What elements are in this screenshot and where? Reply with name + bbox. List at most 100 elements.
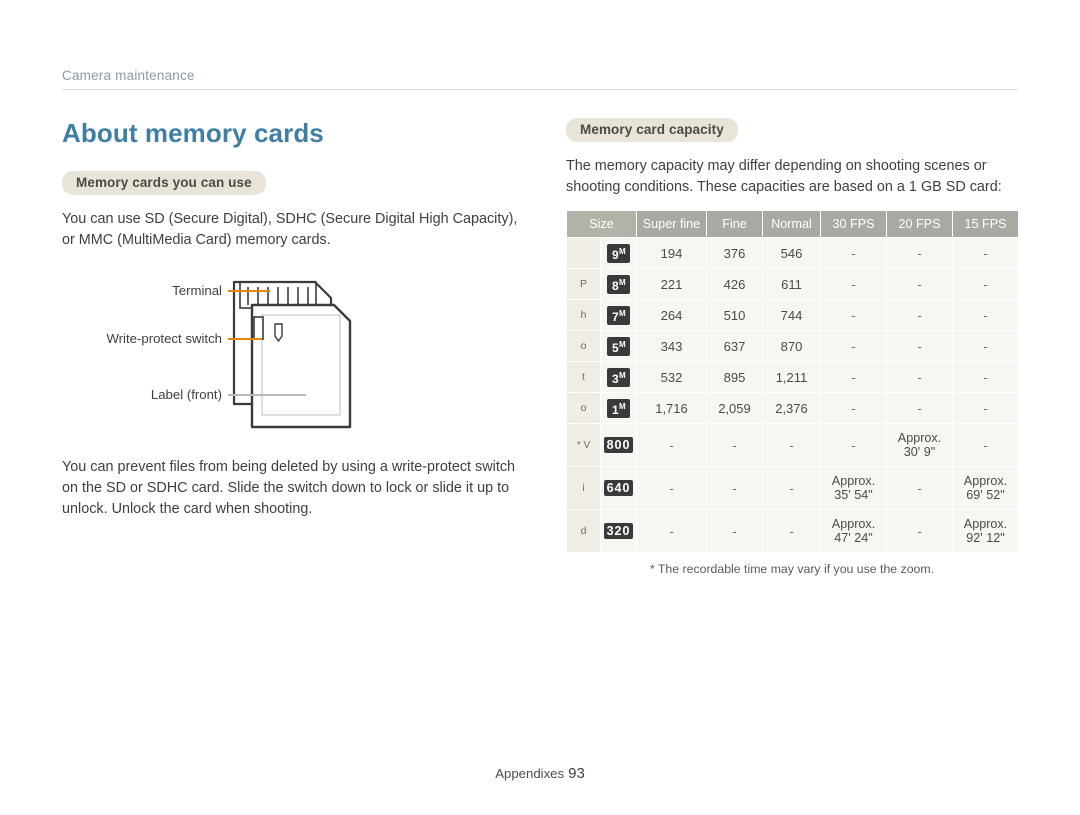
col-head-20fps: 20 FPS: [886, 210, 953, 238]
paragraph-write-protect: You can prevent files from being deleted…: [62, 459, 516, 517]
figure-label-write-protect: Write-protect switch: [106, 331, 222, 346]
col-head-15fps: 15 FPS: [952, 210, 1019, 238]
cell-value: Approx. 92' 12": [952, 509, 1019, 553]
cell-size: 8M: [600, 268, 637, 300]
paragraph-capacity-intro: The memory capacity may differ depending…: [566, 158, 1002, 195]
col-head-fine: Fine: [706, 210, 763, 238]
cell-value: 194: [636, 237, 707, 269]
cell-value: 221: [636, 268, 707, 300]
table-row: t 3M 532 895 1,211- - -: [566, 361, 1019, 393]
group-label-photos: t: [566, 361, 601, 393]
col-head-size: Size: [566, 210, 637, 238]
cell-value: -: [820, 392, 887, 424]
group-label-videos: d: [566, 509, 601, 553]
col-head-normal: Normal: [762, 210, 821, 238]
header-divider: [62, 89, 1018, 90]
cell-value: -: [636, 509, 707, 553]
group-label-photos: [566, 237, 601, 269]
sd-card-figure: Terminal Write-protect switch Label (fro…: [62, 269, 522, 441]
cell-value: -: [952, 423, 1019, 467]
right-column: Memory card capacity The memory capacity…: [566, 118, 1019, 576]
table-footnote: * The recordable time may vary if you us…: [649, 562, 935, 576]
cell-value: -: [886, 392, 953, 424]
cell-value: 2,376: [762, 392, 821, 424]
cell-value: -: [886, 466, 953, 510]
table-row: P 8M 221 426 611- - -: [566, 268, 1019, 300]
cell-value: -: [820, 237, 887, 269]
cell-value: Approx. 69' 52": [952, 466, 1019, 510]
cell-value: -: [820, 268, 887, 300]
resolution-badge: 320: [603, 523, 634, 539]
cell-value: -: [636, 423, 707, 467]
table-row: h 7M 264 510 744- - -: [566, 299, 1019, 331]
resolution-badge: 9M: [607, 243, 630, 263]
cell-value: -: [886, 268, 953, 300]
page-footer: Appendixes 93: [0, 765, 1080, 782]
col-head-super-fine: Super fine: [636, 210, 707, 238]
cell-value: Approx. 30' 9": [886, 423, 953, 467]
cell-value: 2,059: [706, 392, 763, 424]
cell-value: -: [952, 392, 1019, 424]
cell-value: -: [952, 299, 1019, 331]
cell-value: -: [820, 423, 887, 467]
cell-size: 7M: [600, 299, 637, 331]
resolution-badge: 5M: [607, 336, 630, 356]
cell-value: -: [952, 237, 1019, 269]
cell-value: -: [706, 423, 763, 467]
cell-value: 426: [706, 268, 763, 300]
cell-value: 510: [706, 299, 763, 331]
cell-value: 376: [706, 237, 763, 269]
cell-value: 264: [636, 299, 707, 331]
table-row: 9M 194 376 546- - -: [566, 237, 1019, 269]
cell-value: 895: [706, 361, 763, 393]
page-number: 93: [568, 765, 585, 782]
resolution-badge: 3M: [607, 367, 630, 387]
cell-size: 1M: [600, 392, 637, 424]
cell-value: -: [886, 237, 953, 269]
figure-label-terminal: Terminal: [172, 283, 222, 298]
cell-value: -: [820, 330, 887, 362]
group-label-videos: * V: [566, 423, 601, 467]
paragraph-card-types: You can use SD (Secure Digital), SDHC (S…: [62, 211, 518, 248]
cell-size: 5M: [600, 330, 637, 362]
cell-size: 320: [600, 509, 637, 553]
cell-size: 640: [600, 466, 637, 510]
table-header-row: Size Super fine Fine Normal 30 FPS 20 FP…: [566, 210, 1019, 238]
cell-value: -: [706, 509, 763, 553]
cell-value: Approx. 35' 54": [820, 466, 887, 510]
cell-value: 1,211: [762, 361, 821, 393]
cell-size: 9M: [600, 237, 637, 269]
group-label-photos: o: [566, 392, 601, 424]
cell-value: -: [820, 361, 887, 393]
group-label-videos: i: [566, 466, 601, 510]
cell-value: -: [820, 299, 887, 331]
cell-value: 637: [706, 330, 763, 362]
page-running-header: Camera maintenance: [62, 68, 1018, 90]
cell-value: Approx. 47' 24": [820, 509, 887, 553]
cell-value: 1,716: [636, 392, 707, 424]
cell-value: -: [886, 361, 953, 393]
table-row: o 5M 343 637 870- - -: [566, 330, 1019, 362]
figure-label-front: Label (front): [150, 387, 222, 402]
leader-line-label-front: [228, 394, 306, 396]
cell-size: 800: [600, 423, 637, 467]
cell-value: -: [886, 509, 953, 553]
running-header-title: Camera maintenance: [62, 68, 195, 83]
cell-value: 611: [762, 268, 821, 300]
cell-value: 870: [762, 330, 821, 362]
cell-value: 546: [762, 237, 821, 269]
resolution-badge: 1M: [607, 398, 630, 418]
table-row: o 1M 1,716 2,059 2,376- - -: [566, 392, 1019, 424]
col-head-30fps: 30 FPS: [820, 210, 887, 238]
cell-value: -: [952, 361, 1019, 393]
subsection-heading-memory-cards: Memory cards you can use: [62, 171, 266, 195]
subsection-heading-capacity: Memory card capacity: [566, 118, 738, 142]
cell-value: -: [886, 299, 953, 331]
capacity-table-body: 9M 194 376 546- - - P 8M 221 426 611- - - h 7M 264 510 74…: [566, 237, 1019, 553]
page-title: About memory cards: [62, 118, 324, 148]
cell-value: 532: [636, 361, 707, 393]
cell-value: 343: [636, 330, 707, 362]
leader-line-terminal: [228, 290, 270, 292]
group-label-photos: P: [566, 268, 601, 300]
cell-value: -: [762, 509, 821, 553]
